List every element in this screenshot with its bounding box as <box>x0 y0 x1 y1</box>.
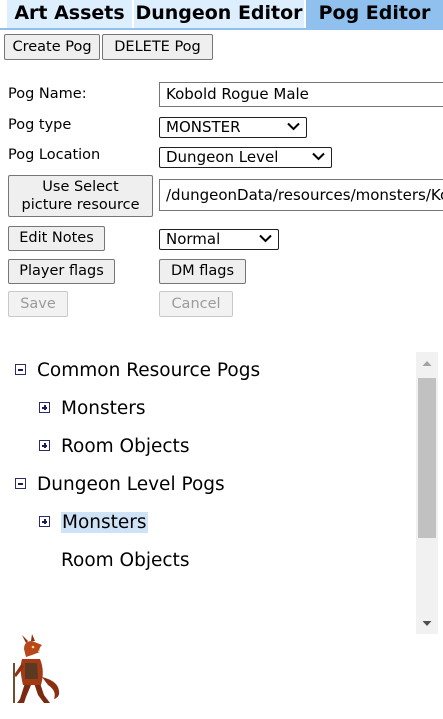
tab-underline <box>0 28 443 30</box>
expand-toggle-icon[interactable] <box>39 516 50 527</box>
pog-location-select[interactable]: Dungeon Level <box>159 147 332 168</box>
tree-scrollbar[interactable] <box>416 352 438 634</box>
scrollbar-thumb[interactable] <box>418 378 436 538</box>
collapse-toggle-icon[interactable] <box>15 364 26 375</box>
expand-toggle-icon[interactable] <box>39 440 50 451</box>
pog-location-label: Pog Location <box>8 147 101 163</box>
picture-button-line-1: Use Select <box>42 179 119 195</box>
pog-type-label: Pog type <box>8 117 72 133</box>
picture-button-line-2: picture resource <box>21 197 140 213</box>
tab-dungeon-editor[interactable]: Dungeon Editor <box>134 0 304 29</box>
pog-name-label: Pog Name: <box>8 86 87 102</box>
picture-path-input[interactable]: /dungeonData/resources/monsters/Kob <box>159 179 443 211</box>
tab-bar: Art Assets Dungeon Editor Pog Editor <box>0 0 443 30</box>
expand-toggle-icon[interactable] <box>39 402 50 413</box>
player-flags-button[interactable]: Player flags <box>8 259 115 284</box>
chevron-down-icon <box>312 152 325 161</box>
tree-item-dungeon-monsters[interactable]: Monsters <box>61 512 148 533</box>
pog-name-input[interactable]: Kobold Rogue Male <box>159 82 443 107</box>
tab-art-assets[interactable]: Art Assets <box>7 0 132 29</box>
chevron-down-icon <box>287 122 300 131</box>
dm-flags-button[interactable]: DM flags <box>159 259 246 284</box>
tree-item-dungeon-room-objects[interactable]: Room Objects <box>61 550 189 571</box>
tree-group-common-resource-pogs[interactable]: Common Resource Pogs <box>37 360 260 381</box>
edit-notes-button[interactable]: Edit Notes <box>8 226 105 251</box>
scroll-up-arrow-icon[interactable] <box>416 352 438 372</box>
save-button[interactable]: Save <box>8 291 68 317</box>
chevron-down-icon <box>259 234 272 243</box>
pog-size-select[interactable]: Normal <box>159 229 279 250</box>
pog-tree: Common Resource Pogs Monsters Room Objec… <box>0 350 443 634</box>
tree-item-common-room-objects[interactable]: Room Objects <box>61 436 189 457</box>
delete-pog-button[interactable]: DELETE Pog <box>102 34 213 60</box>
create-pog-button[interactable]: Create Pog <box>4 34 100 60</box>
pog-size-value: Normal <box>166 230 221 248</box>
scroll-down-arrow-icon[interactable] <box>416 614 438 634</box>
tree-group-dungeon-level-pogs[interactable]: Dungeon Level Pogs <box>37 474 225 495</box>
pog-type-value: MONSTER <box>166 118 241 136</box>
pog-location-value: Dungeon Level <box>166 148 279 166</box>
kobold-rogue-icon <box>13 634 60 703</box>
tab-pog-editor[interactable]: Pog Editor <box>306 0 443 29</box>
pog-type-select[interactable]: MONSTER <box>159 117 307 138</box>
use-select-picture-button[interactable]: Use Select picture resource <box>8 175 153 217</box>
cancel-button[interactable]: Cancel <box>159 291 233 317</box>
collapse-toggle-icon[interactable] <box>15 478 26 489</box>
tree-item-common-monsters[interactable]: Monsters <box>61 398 146 419</box>
